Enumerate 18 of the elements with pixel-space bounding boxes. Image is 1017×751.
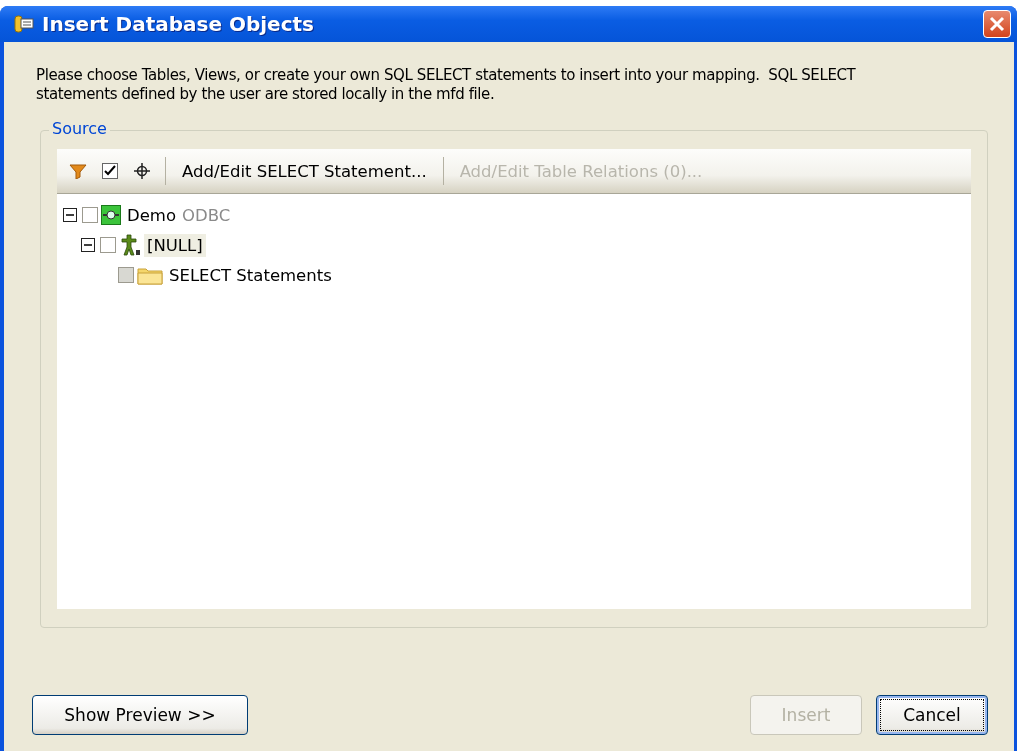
database-icon	[14, 15, 34, 33]
toolbar-button[interactable]: Add/Edit SELECT Statement...	[176, 157, 433, 185]
close-icon	[989, 16, 1005, 32]
window-title: Insert Database Objects	[42, 12, 315, 36]
instructions-text: Please choose Tables, Views, or create your own SQL SELECT statements to insert into your mapping. SQL SELECT statements defined by the user are stored locally in the mfd file.	[36, 66, 857, 104]
preview-button[interactable]: Show Preview >>	[32, 695, 248, 735]
close-button[interactable]	[983, 10, 1011, 38]
database-connection-icon	[101, 205, 121, 225]
checkbox[interactable]	[100, 237, 116, 253]
folder-icon	[137, 265, 163, 285]
collapse-icon[interactable]	[81, 238, 95, 252]
collapse-icon[interactable]	[63, 208, 77, 222]
tree-item[interactable]: Demo	[124, 203, 180, 227]
dialog-button[interactable]: Cancel	[876, 695, 988, 735]
checkbox[interactable]	[82, 207, 98, 223]
person-icon	[119, 234, 141, 256]
tree-item-type: ODBC	[182, 205, 231, 225]
tree-item[interactable]: [NULL]	[144, 233, 206, 257]
